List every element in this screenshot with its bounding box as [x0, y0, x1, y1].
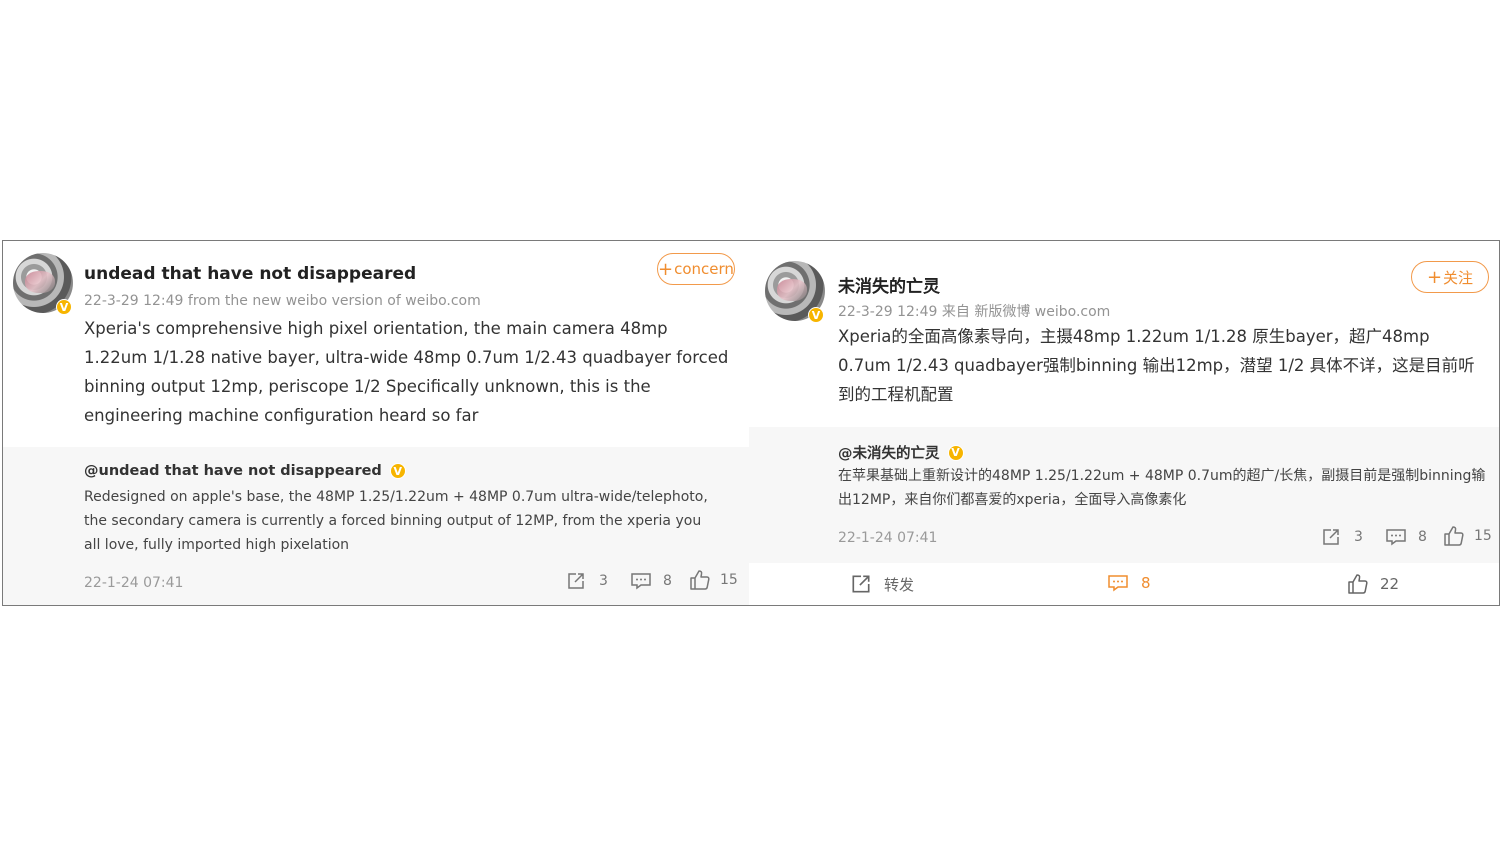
post-content: Xperia的全面高像素导向，主摄48mp 1.22um 1/1.28 原生ba… [838, 327, 1475, 404]
quoted-text: 在苹果基础上重新设计的48MP 1.25/1.22um + 48MP 0.7um… [838, 468, 1486, 508]
like-icon [1348, 574, 1368, 594]
repost-icon [852, 575, 870, 593]
quoted-post[interactable]: @undead that have not disappeared V Rede… [3, 447, 749, 605]
comment-count: 8 [663, 573, 672, 589]
comment-icon [1108, 575, 1128, 592]
post-meta: 22-3-29 12:49 来自 新版微博 weibo.com [838, 304, 1111, 320]
avatar-image [777, 279, 807, 301]
like-button[interactable]: 22 [1347, 573, 1399, 595]
like-icon [1444, 526, 1464, 546]
quoted-time: 22-1-24 07:41 [84, 575, 184, 591]
quoted-author[interactable]: @未消失的亡灵 V [838, 442, 964, 463]
like-count: 15 [720, 572, 738, 588]
like-count: 15 [1474, 528, 1492, 544]
like-count: 22 [1380, 575, 1400, 593]
author-name[interactable]: undead that have not disappeared [84, 264, 416, 284]
like-icon [690, 570, 710, 590]
post-card-english: V undead that have not disappeared 22-3-… [3, 241, 749, 605]
post-action-bar: 转发 8 22 [749, 563, 1499, 605]
repost-count: 3 [599, 573, 608, 589]
verified-icon: V [947, 444, 964, 461]
repost-button[interactable]: 转发 [850, 573, 914, 595]
avatar[interactable]: V [765, 261, 825, 323]
quoted-author-name[interactable]: @未消失的亡灵 [838, 442, 940, 463]
post-card-chinese: V 未消失的亡灵 22-3-29 12:49 来自 新版微博 weibo.com… [749, 241, 1499, 605]
repost-stat[interactable]: 3 [566, 571, 608, 591]
comment-button[interactable]: 8 [1107, 573, 1151, 593]
comment-icon [1386, 529, 1406, 546]
repost-stat[interactable]: 3 [1321, 527, 1363, 547]
quoted-text: Redesigned on apple's base, the 48MP 1.2… [84, 489, 708, 553]
avatar[interactable]: V [13, 253, 73, 315]
plus-icon: + [1426, 266, 1443, 288]
repost-icon [1323, 529, 1339, 545]
verified-icon: V [56, 299, 72, 315]
post-content: Xperia's comprehensive high pixel orient… [84, 319, 729, 425]
author-name[interactable]: 未消失的亡灵 [838, 272, 940, 297]
comment-stat[interactable]: 8 [630, 571, 672, 591]
follow-label: 关注 [1443, 268, 1474, 287]
follow-label: concern [674, 260, 734, 278]
like-stat[interactable]: 15 [689, 569, 738, 591]
follow-button[interactable]: + concern [657, 253, 735, 285]
quoted-time: 22-1-24 07:41 [838, 530, 938, 546]
quoted-author-name[interactable]: @undead that have not disappeared [84, 463, 382, 479]
plus-icon: + [658, 258, 674, 280]
post-meta: 22-3-29 12:49 from the new weibo version… [84, 293, 481, 309]
quoted-post[interactable]: @未消失的亡灵 V 在苹果基础上重新设计的48MP 1.25/1.22um + … [749, 427, 1499, 563]
comment-count: 8 [1141, 574, 1151, 592]
repost-count: 3 [1354, 529, 1363, 545]
like-stat[interactable]: 15 [1443, 525, 1492, 547]
repost-label: 转发 [884, 575, 915, 594]
quoted-author[interactable]: @undead that have not disappeared V [84, 463, 406, 479]
verified-icon: V [389, 463, 406, 479]
comment-icon [631, 573, 651, 590]
avatar-image [25, 271, 55, 293]
comment-count: 8 [1418, 529, 1427, 545]
follow-button[interactable]: + 关注 [1411, 261, 1489, 293]
comment-stat[interactable]: 8 [1385, 527, 1427, 547]
screenshot-frame: V undead that have not disappeared 22-3-… [2, 240, 1500, 606]
repost-icon [568, 573, 584, 589]
verified-icon: V [808, 307, 824, 323]
